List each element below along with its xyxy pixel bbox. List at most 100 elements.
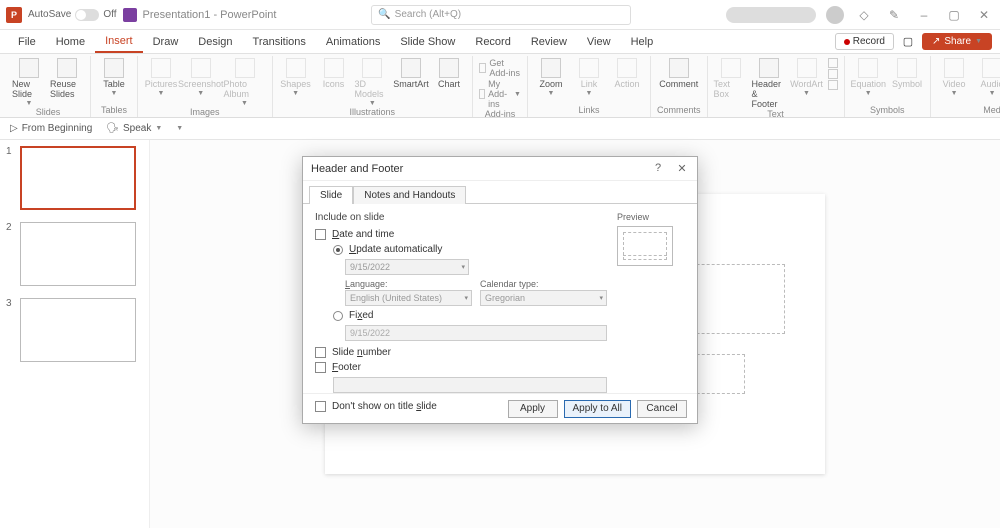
group-comments: Comment Comments — [651, 56, 708, 117]
3d-models-label: 3D Models — [355, 79, 391, 99]
table-button[interactable]: Table▼ — [97, 58, 131, 97]
tab-review[interactable]: Review — [521, 32, 577, 52]
link-button[interactable]: Link▼ — [572, 58, 606, 97]
slide-thumbnail-1[interactable] — [20, 146, 136, 210]
dialog-help-button[interactable]: ? — [651, 162, 665, 175]
date-dropdown[interactable]: 9/15/2022 — [345, 259, 469, 275]
dialog-tab-slide[interactable]: Slide — [309, 186, 353, 204]
link-icon — [579, 58, 599, 78]
shapes-button[interactable]: Shapes▼ — [279, 58, 313, 97]
text-misc-1[interactable] — [828, 58, 838, 68]
slide-number-checkbox-row[interactable]: Slide number — [315, 347, 607, 358]
tab-help[interactable]: Help — [621, 32, 664, 52]
title-bar: P AutoSave Off Presentation1 - PowerPoin… — [0, 0, 1000, 30]
thumb-row-2[interactable]: 2 — [6, 222, 143, 286]
photo-album-button[interactable]: Photo Album▼ — [224, 58, 266, 107]
tab-slideshow[interactable]: Slide Show — [390, 32, 465, 52]
user-name-pill[interactable] — [726, 7, 816, 23]
screenshot-button[interactable]: Screenshot▼ — [182, 58, 220, 97]
footer-text-field[interactable] — [333, 377, 607, 393]
update-auto-radio[interactable] — [333, 245, 343, 255]
from-beginning-button[interactable]: ▷ From Beginning — [10, 123, 92, 134]
present-button[interactable]: ▢ — [900, 34, 916, 50]
calendar-label: Calendar type: — [480, 279, 607, 289]
dialog-tab-notes[interactable]: Notes and Handouts — [353, 186, 466, 204]
action-button[interactable]: Action — [610, 58, 644, 89]
apply-button[interactable]: Apply — [508, 400, 558, 418]
update-auto-radio-row[interactable]: Update automatically — [333, 244, 607, 255]
text-misc-3[interactable] — [828, 80, 838, 90]
overflow-button[interactable]: ▼ — [176, 125, 183, 132]
fixed-date-field[interactable]: 9/15/2022 — [345, 325, 607, 341]
thumb-row-3[interactable]: 3 — [6, 298, 143, 362]
icons-button[interactable]: Icons — [317, 58, 351, 89]
header-footer-button[interactable]: Header & Footer — [752, 58, 786, 109]
tab-home[interactable]: Home — [46, 32, 95, 52]
new-slide-icon — [19, 58, 39, 78]
tab-design[interactable]: Design — [188, 32, 242, 52]
cancel-button[interactable]: Cancel — [637, 400, 687, 418]
tab-animations[interactable]: Animations — [316, 32, 390, 52]
tab-transitions[interactable]: Transitions — [243, 32, 316, 52]
language-label: Language: — [345, 279, 472, 289]
date-time-checkbox-row[interactable]: Date and time — [315, 229, 607, 240]
tab-insert[interactable]: Insert — [95, 31, 143, 53]
user-avatar-icon[interactable] — [826, 6, 844, 24]
tab-draw[interactable]: Draw — [143, 32, 189, 52]
dialog-header[interactable]: Header and Footer ? ✕ — [303, 157, 697, 181]
get-addins-button[interactable]: Get Add-ins — [479, 58, 521, 78]
dialog-close-button[interactable]: ✕ — [675, 162, 689, 175]
autosave-toggle[interactable]: AutoSave Off — [28, 9, 117, 21]
fixed-radio-row[interactable]: Fixed — [333, 310, 607, 321]
object-icon — [828, 80, 838, 90]
calendar-dropdown[interactable]: Gregorian — [480, 290, 607, 306]
dialog-tabs: Slide Notes and Handouts — [303, 181, 697, 204]
record-button[interactable]: Record — [835, 33, 894, 50]
zoom-button[interactable]: Zoom▼ — [534, 58, 568, 97]
dialog-body: Include on slide Date and time Update au… — [303, 204, 697, 424]
fixed-radio[interactable] — [333, 311, 343, 321]
slide-thumbnail-2[interactable] — [20, 222, 136, 286]
text-misc-2[interactable] — [828, 69, 838, 79]
save-icon[interactable] — [123, 8, 137, 22]
date-time-checkbox[interactable] — [315, 229, 326, 240]
footer-checkbox[interactable] — [315, 362, 326, 373]
symbol-button[interactable]: Symbol — [890, 58, 924, 89]
video-button[interactable]: Video▼ — [937, 58, 971, 97]
comment-button[interactable]: Comment — [659, 58, 698, 89]
pencil-icon[interactable]: ✎ — [884, 5, 904, 25]
new-slide-button[interactable]: New Slide▼ — [12, 58, 46, 107]
chart-button[interactable]: Chart — [432, 58, 466, 89]
tab-view[interactable]: View — [577, 32, 621, 52]
apply-to-all-button[interactable]: Apply to All — [564, 400, 631, 418]
thumb-row-1[interactable]: 1 — [6, 146, 143, 210]
language-dropdown[interactable]: English (United States) — [345, 290, 472, 306]
minimize-button[interactable]: – — [914, 5, 934, 25]
footer-checkbox-row[interactable]: Footer — [315, 362, 607, 373]
search-input[interactable]: 🔍 Search (Alt+Q) — [371, 5, 631, 25]
smartart-button[interactable]: SmartArt — [394, 58, 428, 89]
group-addins: Get Add-ins My Add-ins▼ Add-ins — [473, 56, 528, 117]
thumb-number: 1 — [6, 146, 14, 210]
speak-button[interactable]: 🗣 Speak ▼ — [106, 123, 162, 134]
share-icon: ↗ — [932, 36, 940, 47]
document-title: Presentation1 - PowerPoint — [143, 9, 277, 21]
wordart-button[interactable]: WordArt▼ — [790, 58, 824, 97]
slide-number-checkbox[interactable] — [315, 347, 326, 358]
tab-record[interactable]: Record — [465, 32, 520, 52]
equation-button[interactable]: Equation▼ — [851, 58, 887, 97]
diamond-icon[interactable]: ◇ — [854, 5, 874, 25]
textbox-button[interactable]: Text Box — [714, 58, 748, 99]
reuse-slides-button[interactable]: Reuse Slides — [50, 58, 84, 99]
share-button[interactable]: ↗ Share ▼ — [922, 33, 992, 50]
my-addins-button[interactable]: My Add-ins▼ — [479, 79, 521, 109]
slide-thumbnail-3[interactable] — [20, 298, 136, 362]
audio-button[interactable]: Audio▼ — [975, 58, 1000, 97]
close-button[interactable]: ✕ — [974, 5, 994, 25]
tab-file[interactable]: File — [8, 32, 46, 52]
group-illustrations: Shapes▼ Icons 3D Models▼ SmartArt Chart … — [273, 56, 474, 117]
pictures-button[interactable]: Pictures▼ — [144, 58, 178, 97]
audio-icon — [982, 58, 1000, 78]
maximize-button[interactable]: ▢ — [944, 5, 964, 25]
3d-models-button[interactable]: 3D Models▼ — [355, 58, 391, 107]
